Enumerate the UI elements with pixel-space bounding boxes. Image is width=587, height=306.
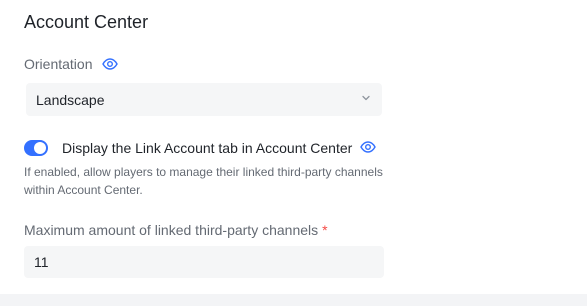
link-account-help-text: If enabled, allow players to manage thei…	[24, 165, 383, 197]
account-center-panel: Account Center Orientation Landscape Dis…	[0, 0, 587, 294]
toggle-knob	[34, 142, 46, 154]
link-account-toggle-row: Display the Link Account tab in Account …	[24, 139, 377, 157]
eye-icon[interactable]	[360, 139, 377, 155]
max-channels-input[interactable]: 11	[24, 246, 384, 278]
max-channels-label: Maximum amount of linked third-party cha…	[24, 222, 319, 238]
link-account-toggle[interactable]	[24, 140, 48, 156]
orientation-select-value: Landscape	[36, 91, 105, 108]
chevron-down-icon	[360, 91, 372, 109]
max-channels-field-label: Maximum amount of linked third-party cha…	[24, 221, 328, 239]
orientation-label: Orientation	[24, 56, 93, 72]
required-mark: *	[322, 222, 328, 238]
max-channels-value: 11	[34, 254, 49, 270]
link-account-label: Display the Link Account tab in Account …	[62, 140, 353, 156]
section-title: Account Center	[24, 12, 149, 32]
orientation-select[interactable]: Landscape	[26, 83, 382, 116]
eye-icon[interactable]	[102, 56, 119, 72]
orientation-field-label: Orientation	[24, 55, 119, 73]
